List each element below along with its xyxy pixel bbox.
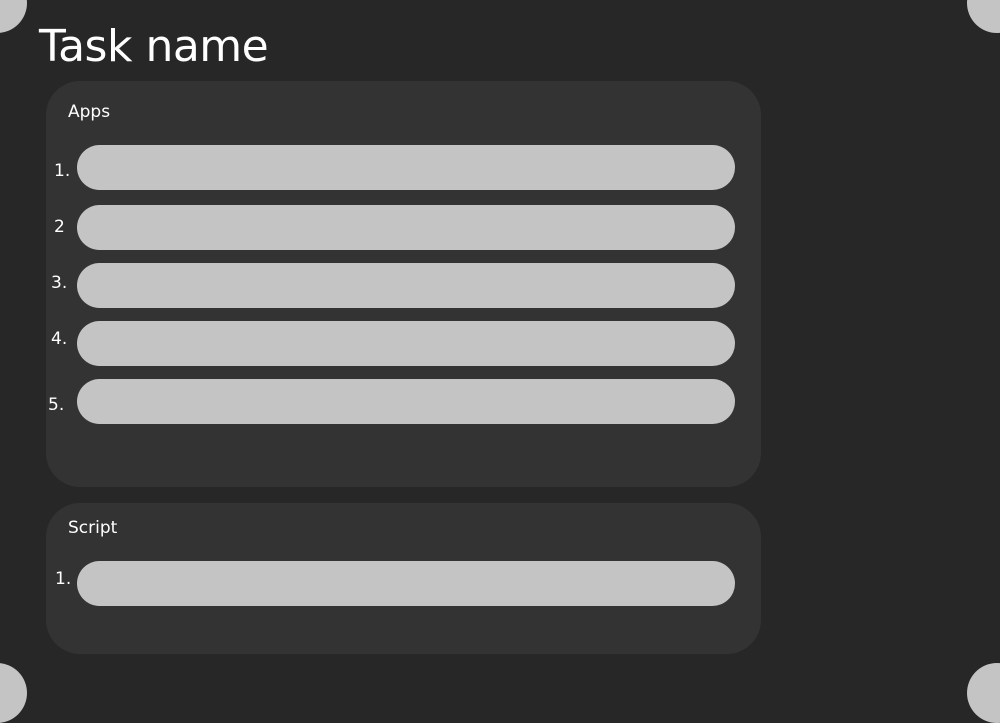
apps-row-number-2: 2 <box>54 217 65 237</box>
script-input-1[interactable] <box>77 561 735 606</box>
apps-panel-label: Apps <box>68 102 111 122</box>
page-title: Task name <box>39 21 269 72</box>
corner-decoration-top-right <box>967 0 1000 33</box>
apps-input-2[interactable] <box>77 205 735 250</box>
apps-panel: Apps 1. 2 3. 4. 5. <box>46 81 761 487</box>
corner-decoration-bottom-right <box>967 663 1000 723</box>
apps-row-number-1: 1. <box>54 161 71 181</box>
script-panel-label: Script <box>68 518 118 538</box>
script-row-number-1: 1. <box>55 569 72 589</box>
apps-input-4[interactable] <box>77 321 735 366</box>
corner-decoration-top-left <box>0 0 27 33</box>
apps-input-5[interactable] <box>77 379 735 424</box>
apps-row-number-5: 5. <box>48 395 65 415</box>
apps-input-1[interactable] <box>77 145 735 190</box>
apps-input-3[interactable] <box>77 263 735 308</box>
script-panel: Script 1. <box>46 503 761 654</box>
corner-decoration-bottom-left <box>0 663 27 723</box>
apps-row-number-3: 3. <box>51 273 68 293</box>
apps-row-number-4: 4. <box>51 329 68 349</box>
